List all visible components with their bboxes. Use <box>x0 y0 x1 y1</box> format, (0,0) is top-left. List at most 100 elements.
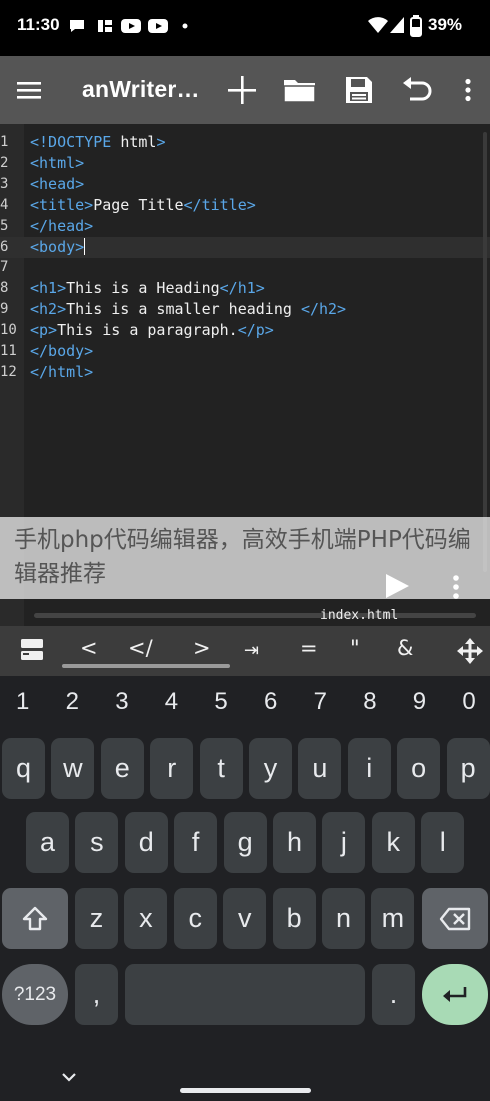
key-n[interactable]: n <box>322 888 365 949</box>
text-token: This is a smaller heading <box>66 300 301 319</box>
code-line[interactable]: 12 </html> <box>0 362 490 383</box>
run-button[interactable] <box>383 572 411 604</box>
code-line[interactable]: 11 </body> <box>0 341 490 362</box>
code-line[interactable]: 1 <!DOCTYPE html> <box>0 132 490 153</box>
line-number: 3 <box>0 175 9 192</box>
key-o[interactable]: o <box>397 738 441 799</box>
period-key[interactable]: . <box>372 964 415 1025</box>
enter-key[interactable] <box>422 964 488 1025</box>
code-line[interactable]: 10 <p>This is a paragraph.</p> <box>0 320 490 341</box>
code-line[interactable]: 9 <h2>This is a smaller heading </h2> <box>0 299 490 320</box>
code-line[interactable]: 5 </head> <box>0 216 490 237</box>
code-line[interactable]: 6 <body> <box>0 236 490 258</box>
file-tab-name[interactable]: index.html <box>320 608 398 623</box>
gesture-nav-handle[interactable] <box>180 1088 311 1093</box>
key-d[interactable]: d <box>124 812 168 873</box>
symbol-key-gt[interactable]: > <box>193 636 211 660</box>
code-line[interactable]: 2 <html> <box>0 153 490 174</box>
comma-key[interactable]: , <box>75 964 118 1025</box>
number-key-1[interactable]: 1 <box>16 688 29 716</box>
key-m[interactable]: m <box>371 888 415 949</box>
number-key-8[interactable]: 8 <box>363 688 376 716</box>
symbol-key-close-tag[interactable]: </ <box>128 636 153 660</box>
number-key-6[interactable]: 6 <box>264 688 277 716</box>
symbols-key[interactable]: ?123 <box>2 964 68 1025</box>
key-s[interactable]: s <box>75 812 119 873</box>
cell-signal-icon <box>388 15 406 39</box>
key-a[interactable]: a <box>26 812 69 873</box>
keyboard-toggle-button[interactable] <box>20 638 44 667</box>
line-number: 8 <box>0 280 9 297</box>
key-v[interactable]: v <box>223 888 267 949</box>
line-number: 6 <box>0 238 9 255</box>
key-g[interactable]: g <box>223 812 267 873</box>
html-tag-token: <title> <box>30 195 94 214</box>
text-token: Page Title <box>93 195 184 214</box>
menu-button[interactable] <box>9 70 49 110</box>
vertical-scrollbar[interactable] <box>483 132 487 572</box>
hamburger-icon <box>17 82 41 99</box>
number-key-3[interactable]: 3 <box>115 688 128 716</box>
cursor-move-button[interactable] <box>457 638 483 669</box>
overflow-menu-button[interactable] <box>448 70 488 110</box>
key-k[interactable]: k <box>371 812 415 873</box>
html-tag-token: <head> <box>30 174 85 193</box>
key-i[interactable]: i <box>347 738 391 799</box>
number-key-0[interactable]: 0 <box>462 688 475 716</box>
key-r[interactable]: r <box>150 738 194 799</box>
key-c[interactable]: c <box>173 888 217 949</box>
more-notifications-dot-icon <box>180 17 190 39</box>
save-button[interactable] <box>339 70 379 110</box>
chat-bubble-icon <box>68 17 86 39</box>
key-q[interactable]: q <box>2 738 45 799</box>
symbol-key-equals[interactable]: = <box>300 636 318 660</box>
youtube-icon <box>120 17 142 39</box>
number-key-7[interactable]: 7 <box>314 688 327 716</box>
number-key-2[interactable]: 2 <box>66 688 79 716</box>
key-y[interactable]: y <box>249 738 292 799</box>
undo-button[interactable] <box>397 70 437 110</box>
html-tag-token: <html> <box>30 153 85 172</box>
key-l[interactable]: l <box>421 812 465 873</box>
symbol-key-ampersand[interactable]: & <box>397 636 413 660</box>
status-time: 11:30 <box>17 15 60 34</box>
new-file-button[interactable] <box>222 70 262 110</box>
key-e[interactable]: e <box>100 738 144 799</box>
space-key[interactable] <box>125 964 365 1025</box>
key-p[interactable]: p <box>446 738 490 799</box>
hide-keyboard-button[interactable] <box>61 1067 77 1086</box>
number-key-5[interactable]: 5 <box>214 688 227 716</box>
open-folder-button[interactable] <box>280 70 320 110</box>
code-line[interactable]: 7 <box>0 257 490 278</box>
symbol-key-tab[interactable]: ⇥ <box>244 640 259 661</box>
line-number: 5 <box>0 217 9 234</box>
text-token: This is a paragraph. <box>57 321 238 340</box>
move-arrows-icon <box>457 638 483 664</box>
number-key-9[interactable]: 9 <box>413 688 426 716</box>
number-key-4[interactable]: 4 <box>165 688 178 716</box>
key-j[interactable]: j <box>322 812 366 873</box>
key-z[interactable]: z <box>75 888 118 949</box>
html-tag-token: <!DOCTYPE <box>30 133 121 151</box>
key-x[interactable]: x <box>124 888 168 949</box>
key-u[interactable]: u <box>298 738 342 799</box>
key-b[interactable]: b <box>272 888 316 949</box>
symbol-key-lt[interactable]: < <box>80 636 98 660</box>
key-h[interactable]: h <box>273 812 316 873</box>
code-line[interactable]: 8 <h1>This is a Heading</h1> <box>0 278 490 299</box>
plus-icon <box>228 76 256 104</box>
text-cursor <box>84 237 86 255</box>
shift-icon <box>22 906 48 930</box>
code-line[interactable]: 3 <head> <box>0 174 490 195</box>
code-line[interactable]: 4 <title>Page Title</title> <box>0 195 490 216</box>
key-f[interactable]: f <box>174 812 218 873</box>
app-title: anWriter… <box>82 76 200 102</box>
key-w[interactable]: w <box>51 738 95 799</box>
editor-more-button[interactable] <box>452 574 460 604</box>
shift-key[interactable] <box>2 888 68 949</box>
symbol-key-quote[interactable]: " <box>350 636 360 660</box>
backspace-key[interactable] <box>422 888 488 949</box>
horizontal-scrollbar[interactable] <box>34 613 476 618</box>
code-text: <head> <box>30 174 84 195</box>
key-t[interactable]: t <box>199 738 243 799</box>
